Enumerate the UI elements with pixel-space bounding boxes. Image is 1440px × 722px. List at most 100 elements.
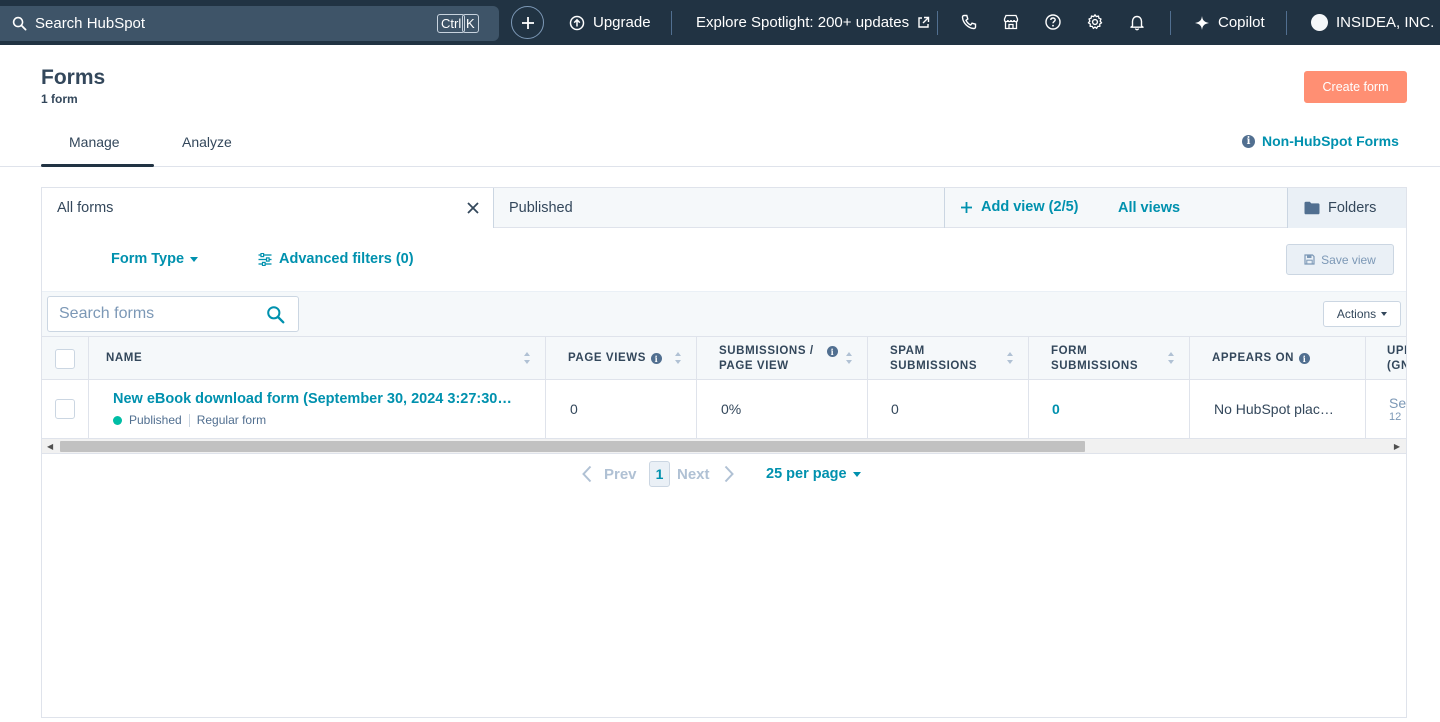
sort-icon[interactable] xyxy=(1167,350,1175,366)
global-search-placeholder: Search HubSpot xyxy=(35,15,146,32)
external-link-icon xyxy=(918,16,930,28)
caret-down-icon xyxy=(852,471,861,477)
table-header: NAME PAGE VIEWS i SUBMISSIONS / PAGE VIE… xyxy=(42,336,1406,380)
upgrade-icon xyxy=(569,15,585,30)
column-label: FORM xyxy=(1051,344,1088,357)
copilot-button[interactable]: Copilot xyxy=(1194,14,1265,31)
account-name: INSIDEA, INC. xyxy=(1336,14,1435,31)
form-type-label: Form Type xyxy=(111,251,185,267)
tab-analyze[interactable]: Analyze xyxy=(182,134,232,150)
form-submissions-cell: 0 xyxy=(1029,380,1190,438)
folders-label: Folders xyxy=(1328,200,1377,216)
settings-icon[interactable] xyxy=(1086,13,1104,31)
search-icon xyxy=(12,16,27,31)
nav-divider xyxy=(1170,11,1171,35)
shortcut-k-key: K xyxy=(462,14,479,33)
non-hubspot-forms-link[interactable]: i Non-HubSpot Forms xyxy=(1242,133,1399,149)
actions-label: Actions xyxy=(1336,307,1377,321)
copilot-label: Copilot xyxy=(1218,14,1265,31)
info-icon[interactable]: i xyxy=(1299,353,1311,364)
form-status: Published Regular form xyxy=(113,413,266,427)
page-views-cell: 0 xyxy=(546,380,697,438)
pagination: Prev 1 Next 25 per page xyxy=(42,460,1406,490)
per-page-dropdown[interactable]: 25 per page xyxy=(766,466,861,482)
top-navigation-bar: Search HubSpot Ctrl K Upgrade Explore Sp… xyxy=(0,0,1440,45)
advanced-filters-button[interactable]: Advanced filters (0) xyxy=(258,251,414,267)
view-tab-published[interactable]: Published xyxy=(494,188,945,228)
form-submissions-link[interactable]: 0 xyxy=(1052,401,1060,417)
column-header-appears-on[interactable]: APPEARS ON i xyxy=(1190,337,1366,380)
chevron-right-icon xyxy=(724,465,734,483)
view-tab-label: All forms xyxy=(57,200,114,216)
next-page-button[interactable]: Next xyxy=(677,465,734,483)
tab-manage[interactable]: Manage xyxy=(69,134,120,150)
help-icon[interactable] xyxy=(1044,13,1062,31)
upgrade-label: Upgrade xyxy=(593,14,651,31)
column-header-page-views[interactable]: PAGE VIEWS i xyxy=(546,337,697,380)
view-tab-label: Published xyxy=(509,200,573,216)
active-tab-indicator xyxy=(41,164,154,167)
quick-create-button[interactable] xyxy=(511,6,544,39)
horizontal-scrollbar[interactable]: ◀ ▶ xyxy=(42,438,1406,454)
marketplace-icon[interactable] xyxy=(1002,13,1020,31)
spam-submissions-cell: 0 xyxy=(868,380,1029,438)
page-views-value: 0 xyxy=(570,401,578,417)
view-tab-all-forms[interactable]: All forms xyxy=(42,188,494,228)
add-view-button[interactable]: Add view (2/5) xyxy=(960,199,1079,215)
column-label: SUBMISSIONS / xyxy=(719,344,814,357)
status-dot xyxy=(113,415,122,425)
avatar xyxy=(1311,14,1328,31)
sort-icon[interactable] xyxy=(1006,350,1014,366)
forms-table-card: All forms Published Add view (2/5) All v… xyxy=(41,187,1407,718)
scroll-right-arrow-icon[interactable]: ▶ xyxy=(1394,442,1400,451)
prev-page-button[interactable]: Prev xyxy=(582,465,637,483)
save-icon xyxy=(1304,254,1315,265)
select-all-checkbox[interactable] xyxy=(55,348,75,369)
column-label: SUBMISSIONS xyxy=(890,359,978,372)
row-select-cell xyxy=(42,380,89,438)
notifications-icon[interactable] xyxy=(1128,13,1146,31)
prev-label: Prev xyxy=(604,465,637,483)
column-header-spam-submissions[interactable]: SPAM SUBMISSIONS xyxy=(868,337,1029,380)
column-label: SPAM xyxy=(890,344,925,357)
updated-time: 12 xyxy=(1389,411,1402,423)
sort-icon[interactable] xyxy=(523,350,531,366)
column-header-name[interactable]: NAME xyxy=(89,337,546,380)
search-icon[interactable] xyxy=(266,305,285,324)
phone-icon[interactable] xyxy=(960,13,978,31)
divider xyxy=(188,413,190,427)
chevron-left-icon xyxy=(582,465,592,483)
global-search-input[interactable]: Search HubSpot Ctrl K xyxy=(0,6,499,41)
column-header-form-submissions[interactable]: FORM SUBMISSIONS xyxy=(1029,337,1190,380)
table-toolbar: Search forms Actions xyxy=(42,292,1406,336)
all-views-link[interactable]: All views xyxy=(1118,200,1180,216)
non-hubspot-forms-label: Non-HubSpot Forms xyxy=(1262,133,1399,149)
updated-date: Se xyxy=(1389,395,1406,411)
row-checkbox[interactable] xyxy=(55,399,75,419)
sort-icon[interactable] xyxy=(674,350,682,366)
column-label: SUBMISSIONS xyxy=(1051,359,1139,372)
info-icon[interactable]: i xyxy=(651,353,662,364)
scroll-left-arrow-icon[interactable]: ◀ xyxy=(47,442,53,451)
advanced-filters-label: Advanced filters (0) xyxy=(279,251,414,267)
sort-icon[interactable] xyxy=(845,350,853,366)
form-name-link[interactable]: New eBook download form (September 30, 2… xyxy=(113,391,512,407)
account-menu[interactable]: INSIDEA, INC. xyxy=(1311,14,1434,31)
view-tabs-bar: All forms Published Add view (2/5) All v… xyxy=(42,188,1406,228)
info-icon[interactable]: i xyxy=(827,346,838,357)
copilot-sparkle-icon xyxy=(1195,15,1209,30)
save-view-button[interactable]: Save view xyxy=(1286,244,1394,275)
folders-button[interactable]: Folders xyxy=(1287,188,1406,228)
search-forms-input[interactable]: Search forms xyxy=(47,296,299,332)
create-form-button[interactable]: Create form xyxy=(1304,71,1407,103)
explore-spotlight-link[interactable]: Explore Spotlight: 200+ updates xyxy=(696,14,930,31)
actions-dropdown[interactable]: Actions xyxy=(1323,301,1401,327)
upgrade-button[interactable]: Upgrade xyxy=(569,14,651,31)
scrollbar-thumb[interactable] xyxy=(60,441,1085,452)
close-icon[interactable] xyxy=(465,200,481,216)
current-page[interactable]: 1 xyxy=(649,461,670,487)
form-type-filter[interactable]: Form Type xyxy=(111,251,199,267)
column-label: PAGE VIEWS xyxy=(568,352,646,364)
column-header-updated[interactable]: UPI (GN xyxy=(1366,337,1406,380)
column-header-submissions-per-view[interactable]: SUBMISSIONS / PAGE VIEW i xyxy=(697,337,868,380)
